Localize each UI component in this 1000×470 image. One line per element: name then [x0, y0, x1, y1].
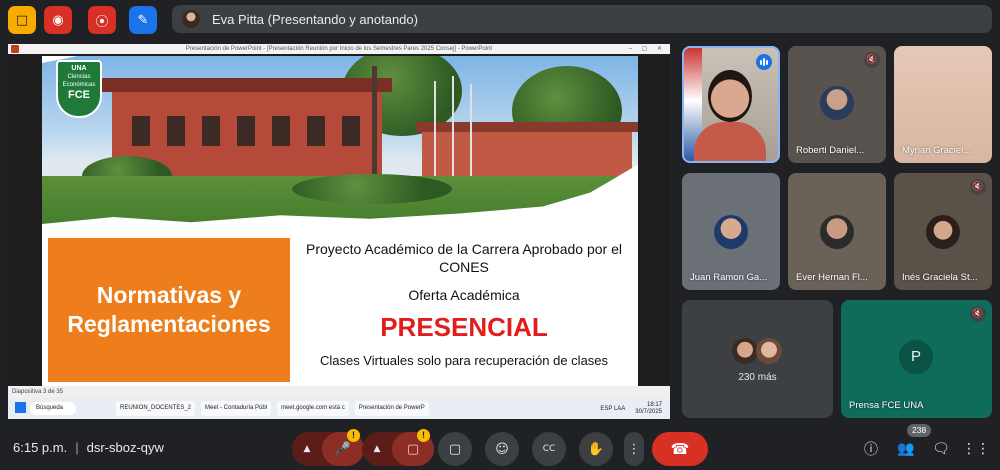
slide-content: Proyecto Académico de la Carrera Aprobad…	[294, 240, 634, 370]
slide-counter: Diapositiva 3 de 35	[12, 389, 64, 395]
mic-control: ▲ 🎤 !	[292, 429, 364, 466]
meeting-info: 6:15 p.m. | dsr-sboz-qyw	[13, 440, 164, 455]
presenter-chip[interactable]: Eva Pitta (Presentando y anotando)	[172, 5, 992, 33]
participant-name: Juan Ramon Ga...	[690, 272, 768, 283]
powerpoint-icon	[11, 45, 19, 53]
participant-avatar	[732, 338, 758, 364]
oferta-text: Oferta Académica	[408, 287, 520, 303]
clases-text: Clases Virtuales solo para recuperación …	[319, 353, 609, 368]
participant-tile[interactable]: Myrian Graciel...	[894, 46, 992, 163]
more-participants-tile[interactable]: 230 más	[682, 300, 833, 418]
meeting-code: dsr-sboz-qyw	[86, 440, 164, 455]
campus-photo: UNA Ciencias Económicas FCE	[42, 56, 638, 224]
mic-off-icon: 🔇	[970, 179, 986, 195]
more-options-button[interactable]: ⋮	[624, 432, 644, 466]
leave-call-button[interactable]: ☎	[652, 432, 708, 466]
speaking-indicator-icon	[756, 54, 772, 70]
mic-off-icon: 🔇	[864, 52, 880, 68]
powerpoint-statusbar: Diapositiva 3 de 35	[8, 386, 670, 398]
powerpoint-titlebar: Presentación de PowerPoint - [Presentaci…	[8, 44, 670, 54]
record-icon[interactable]: ◉	[44, 6, 72, 34]
meet-window: □ ◉ ⦿ ✎ Eva Pitta (Presentando y anotand…	[0, 0, 1000, 470]
participant-avatar	[756, 338, 782, 364]
slide: UNA Ciencias Económicas FCE Normativas y…	[42, 56, 638, 386]
mic-off-icon: 🔇	[970, 306, 986, 322]
una-fce-logo: UNA Ciencias Económicas FCE	[56, 60, 102, 118]
windows-start-icon	[15, 402, 26, 413]
normativas-text: Normativas y Reglamentaciones	[67, 282, 271, 337]
presencial-text: PRESENCIAL	[380, 312, 548, 342]
participant-tile[interactable]: 🔇 P Prensa FCE UNA	[841, 300, 992, 418]
participant-name: Roberti Daniel...	[796, 145, 865, 156]
bottom-bar: 6:15 p.m. | dsr-sboz-qyw ▲ 🎤 ! ▲ ▢ ! ▢ ☺ C…	[0, 424, 1000, 470]
emoji-button[interactable]: ☺	[485, 432, 519, 466]
meeting-details-icon[interactable]: ⓘ	[860, 438, 882, 460]
taskbar-item: meet.google.com está c	[277, 401, 349, 416]
participant-tile[interactable]: 🔇 Inés Graciela St...	[894, 173, 992, 290]
notes-icon[interactable]: ✎	[129, 6, 157, 34]
top-bar: □ ◉ ⦿ ✎ Eva Pitta (Presentando y anotand…	[0, 0, 1000, 38]
participant-tile[interactable]: Ever Hernan Fl...	[788, 173, 886, 290]
participant-name: Ever Hernan Fl...	[796, 272, 868, 283]
live-stream-icon[interactable]: ⦿	[88, 6, 116, 34]
participant-count-badge: 238	[907, 424, 932, 437]
activities-icon[interactable]: ⋮⋮	[962, 438, 990, 460]
present-screen-button[interactable]: ▢	[438, 432, 472, 466]
participant-name: Prensa FCE UNA	[849, 400, 924, 411]
more-participants-label: 230 más	[738, 372, 777, 383]
captions-button[interactable]: CC	[532, 432, 566, 466]
participant-tile[interactable]: Juan Ramon Ga...	[682, 173, 780, 290]
participant-name: Myrian Graciel...	[902, 145, 972, 156]
chat-icon[interactable]: 🗨	[930, 438, 952, 460]
clock: 6:15 p.m.	[13, 440, 68, 455]
normativas-box: Normativas y Reglamentaciones	[48, 238, 290, 382]
participant-initial-avatar: P	[899, 340, 933, 374]
powerpoint-title: Presentación de PowerPoint - [Presentaci…	[185, 46, 493, 52]
participant-name: Inés Graciela St...	[902, 272, 978, 283]
taskbar-search: Búsqueda	[30, 402, 76, 415]
presenter-label: Eva Pitta (Presentando y anotando)	[212, 11, 418, 27]
taskbar-lang: ESP LAA	[600, 405, 626, 412]
participant-tile[interactable]: 🔇 Roberti Daniel...	[788, 46, 886, 163]
people-icon[interactable]: 👥	[895, 438, 917, 460]
taskbar-item: Presentación de PowerP	[354, 401, 429, 416]
slide-area: UNA Ciencias Económicas FCE Normativas y…	[8, 54, 670, 386]
camera-warning-icon: !	[417, 429, 430, 442]
mic-options-chevron-icon[interactable]: ▲	[292, 432, 322, 466]
window-controls: – ▢ ✕	[628, 46, 666, 52]
taskbar-item: REUNION_DOCENTES_2	[116, 401, 196, 416]
taskbar-clock: 18:17 30/7/2025	[635, 401, 662, 415]
mic-warning-icon: !	[347, 429, 360, 442]
shared-screen[interactable]: Presentación de PowerPoint - [Presentaci…	[8, 44, 670, 419]
presenter-avatar	[182, 10, 200, 28]
raise-hand-button[interactable]: ✋	[579, 432, 613, 466]
no-captions-icon[interactable]: □	[8, 6, 36, 34]
taskbar-item: Meet - Contaduría Públ	[201, 401, 272, 416]
camera-options-chevron-icon[interactable]: ▲	[362, 432, 392, 466]
windows-taskbar: Búsqueda REUNION_DOCENTES_2 Meet - Conta…	[8, 398, 670, 419]
slide-heading: Proyecto Académico de la Carrera Aprobad…	[306, 241, 622, 275]
participant-tile-speaker[interactable]	[682, 46, 780, 163]
camera-control: ▲ ▢ !	[362, 429, 434, 466]
